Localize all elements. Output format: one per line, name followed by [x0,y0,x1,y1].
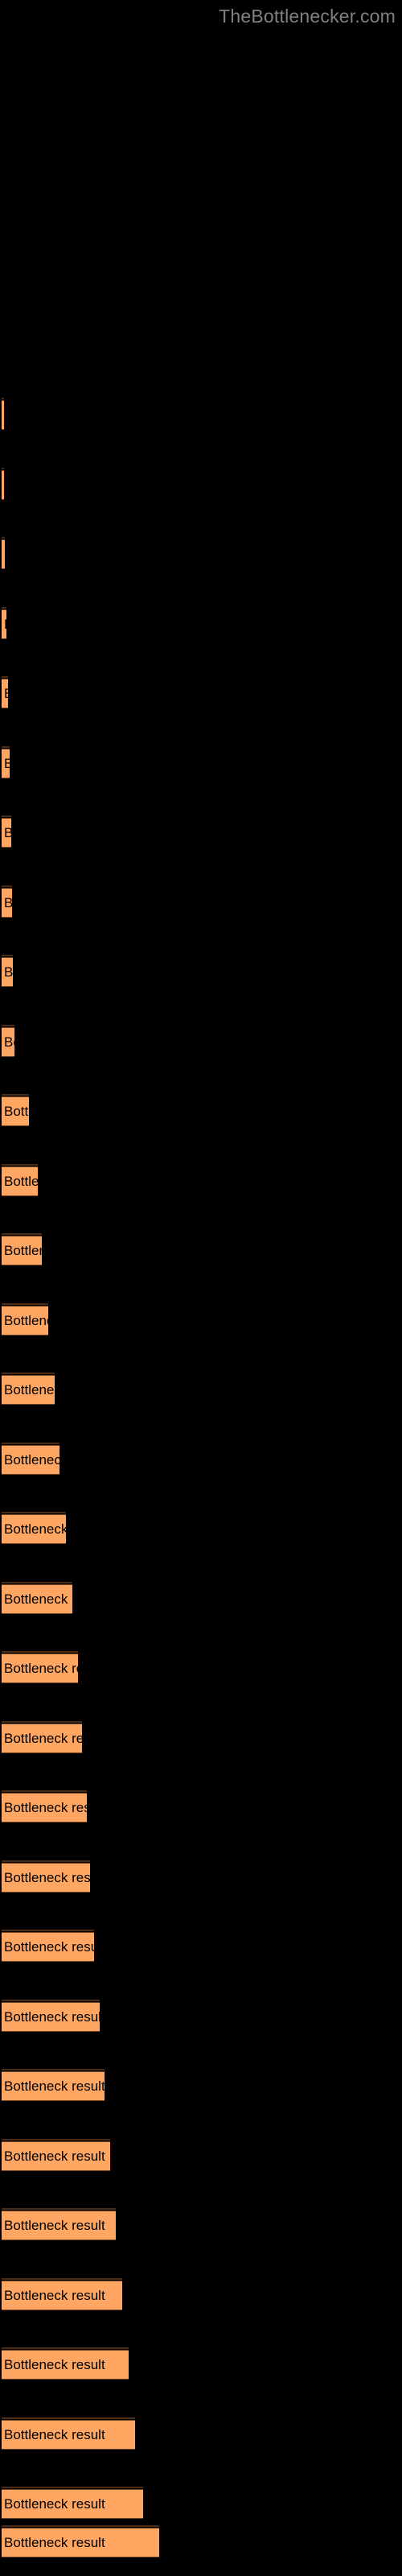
chart-bar[interactable]: Bottleneck result [2,1445,59,1475]
chart-bar[interactable]: Bottleneck result [2,2002,100,2032]
bar-label: Bottleneck result [4,2148,105,2164]
chart-bar[interactable]: Bottleneck result [2,1724,82,1753]
chart-bar[interactable]: Bottleneck result [2,2528,159,2557]
bar-cap [2,815,11,817]
bar-cap [2,1233,42,1235]
chart-bar[interactable]: Bottleneck result [2,1653,78,1683]
bar-label: Bottleneck result [4,547,5,563]
bar-label: Bottleneck result [4,686,8,702]
chart-bar[interactable]: Bottleneck result [2,2071,105,2101]
chart-bar[interactable]: Bottleneck result [2,1306,48,1335]
bar-cap [2,2487,143,2488]
chart-bar[interactable]: Bottleneck result [2,470,4,500]
bar-cap [2,607,6,609]
bar-cap [2,746,10,748]
chart-bar[interactable]: Bottleneck result [2,749,10,778]
bar-cap [2,1373,55,1374]
chart-bar[interactable]: Bottleneck result [2,818,11,848]
bar-cap [2,537,5,539]
chart-bar[interactable]: Bottleneck result [2,1096,29,1126]
bar-label: Bottleneck result [4,1034,14,1050]
bar-cap [2,1582,72,1583]
chart-bar[interactable]: Bottleneck result [2,400,4,430]
chart-bar[interactable]: Bottleneck result [2,1932,94,1962]
bar-label: Bottleneck result [4,1591,72,1607]
chart-bar[interactable]: Bottleneck result [2,609,6,639]
bar-label: Bottleneck result [4,2356,105,2372]
bar-cap [2,1025,14,1026]
chart-bar[interactable]: Bottleneck result [2,2281,122,2310]
bar-cap [2,1164,38,1166]
chart-bar[interactable]: Bottleneck result [2,1584,72,1614]
bar-cap [2,2139,110,2140]
bar-label: Bottleneck result [4,2287,105,2303]
chart-bar[interactable]: Bottleneck result [2,1375,55,1405]
bar-label: Bottleneck result [4,1730,82,1746]
chart-bar[interactable]: Bottleneck result [2,957,13,987]
chart-bar[interactable]: Bottleneck result [2,539,5,569]
bar-cap [2,2069,105,2070]
chart-bar[interactable]: Bottleneck result [2,2211,116,2240]
chart-bar[interactable]: Bottleneck result [2,2141,110,2171]
bar-cap [2,1303,48,1305]
bar-cap [2,886,12,887]
bar-cap [2,1930,94,1931]
bar-label: Bottleneck result [4,1451,59,1468]
chart-bar[interactable]: Bottleneck result [2,1027,14,1057]
chart-bar[interactable]: Bottleneck result [2,1793,87,1823]
bar-cap [2,2208,116,2210]
bar-label: Bottleneck result [4,1799,87,1815]
bar-label: Bottleneck result [4,895,12,911]
bar-cap [2,468,4,469]
chart-bar[interactable]: Bottleneck result [2,2350,129,2380]
bar-cap [2,955,13,956]
bar-label: Bottleneck result [4,617,6,633]
bar-cap [2,1651,78,1653]
bar-cap [2,1790,87,1792]
chart-bar[interactable]: Bottleneck result [2,1236,42,1265]
chart-bar[interactable]: Bottleneck result [2,1166,38,1196]
bar-cap [2,1094,29,1096]
bar-cap [2,2000,100,2001]
bar-cap [2,2417,135,2419]
bar-cap [2,398,4,399]
bar-label: Bottleneck result [4,2008,100,2025]
bar-cap [2,1512,66,1513]
bar-cap [2,676,8,678]
chart-bar[interactable]: Bottleneck result [2,679,8,708]
bar-label: Bottleneck result [4,1521,66,1537]
chart-bar[interactable]: Bottleneck result [2,1514,66,1544]
bar-label: Bottleneck result [4,2426,105,2442]
chart-bar[interactable]: Bottleneck result [2,2489,143,2519]
bar-label: Bottleneck result [4,2217,105,2233]
bar-cap [2,1860,90,1862]
bar-cap [2,2278,122,2280]
bar-label: Bottleneck result [4,2078,105,2094]
bar-label: Bottleneck result [4,756,10,772]
bar-label: Bottleneck result [4,2534,105,2550]
bar-label: Bottleneck result [4,1381,55,1397]
chart-bar[interactable]: Bottleneck result [2,888,12,918]
bar-label: Bottleneck result [4,1869,90,1885]
chart-bar[interactable]: Bottleneck result [2,2420,135,2450]
bar-label: Bottleneck result [4,1660,78,1676]
bar-label: Bottleneck result [4,1938,94,1955]
bottleneck-bar-chart: Bottleneck result Bottleneck result Bottle… [0,0,402,2576]
bar-label: Bottleneck result [4,1312,48,1328]
bar-label: Bottleneck result [4,964,13,980]
bar-label: Bottleneck result [4,1103,29,1119]
bar-cap [2,1443,59,1444]
bar-label: Bottleneck result [4,1173,38,1189]
bar-cap [2,2525,159,2527]
bar-cap [2,1721,82,1723]
bar-label: Bottleneck result [4,2496,105,2512]
bar-cap [2,2347,129,2349]
bar-label: Bottleneck result [4,825,11,841]
chart-bar[interactable]: Bottleneck result [2,1863,90,1893]
bar-label: Bottleneck result [4,1242,42,1258]
